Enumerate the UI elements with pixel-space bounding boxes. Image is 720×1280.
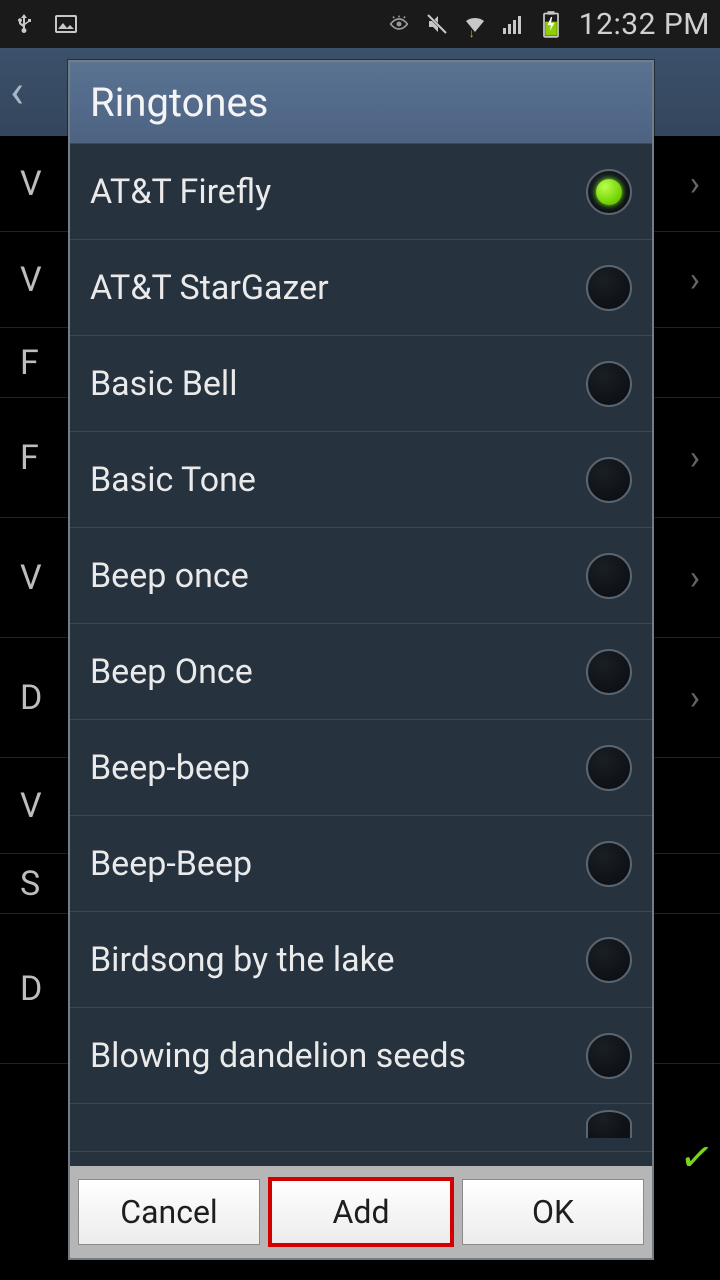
ok-button[interactable]: OK	[462, 1179, 644, 1245]
ringtone-item[interactable]: AT&T StarGazer	[70, 240, 652, 336]
cancel-button[interactable]: Cancel	[78, 1179, 260, 1245]
checkmark-icon: ✓	[677, 1132, 717, 1183]
radio-unselected[interactable]	[586, 553, 632, 599]
ringtone-label: AT&T Firefly	[90, 172, 271, 212]
ringtone-item[interactable]: AT&T Firefly	[70, 144, 652, 240]
ringtone-item[interactable]: Beep Once	[70, 624, 652, 720]
ringtone-item[interactable]: Basic Bell	[70, 336, 652, 432]
ringtone-label: Blowing dandelion seeds	[90, 1036, 466, 1076]
add-button[interactable]: Add	[270, 1179, 452, 1245]
radio-unselected[interactable]	[586, 1110, 632, 1138]
ringtone-label: Basic Tone	[90, 460, 256, 500]
radio-selected[interactable]	[586, 169, 632, 215]
usb-icon	[10, 10, 38, 38]
ringtone-label: Beep-Beep	[90, 844, 252, 884]
eye-icon	[385, 10, 413, 38]
ringtone-item[interactable]: Birdsong by the lake	[70, 912, 652, 1008]
ringtone-item[interactable]: Blowing dandelion seeds	[70, 1008, 652, 1104]
radio-unselected[interactable]	[586, 649, 632, 695]
back-icon[interactable]: ‹	[10, 65, 24, 119]
ringtone-item-partial[interactable]	[70, 1104, 652, 1152]
ringtone-item[interactable]: Beep once	[70, 528, 652, 624]
dialog-title: Ringtones	[70, 62, 652, 144]
signal-icon	[499, 10, 527, 38]
radio-unselected[interactable]	[586, 1033, 632, 1079]
ringtone-label: Birdsong by the lake	[90, 940, 395, 980]
ringtone-label: AT&T StarGazer	[90, 268, 329, 308]
mute-icon	[423, 10, 451, 38]
battery-charging-icon	[537, 10, 565, 38]
ringtone-item[interactable]: Beep-Beep	[70, 816, 652, 912]
radio-unselected[interactable]	[586, 361, 632, 407]
radio-unselected[interactable]	[586, 457, 632, 503]
radio-unselected[interactable]	[586, 937, 632, 983]
radio-unselected[interactable]	[586, 265, 632, 311]
ringtone-item[interactable]: Basic Tone	[70, 432, 652, 528]
radio-unselected[interactable]	[586, 841, 632, 887]
status-bar: ↓ 12:32 PM	[0, 0, 720, 48]
ringtone-item[interactable]: Beep-beep	[70, 720, 652, 816]
dialog-footer: Cancel Add OK	[70, 1166, 652, 1258]
ringtone-label: Basic Bell	[90, 364, 237, 404]
ringtone-label: Beep-beep	[90, 748, 250, 788]
status-clock: 12:32 PM	[579, 7, 710, 42]
ringtones-dialog: Ringtones AT&T Firefly AT&T StarGazer Ba…	[68, 60, 654, 1260]
ringtone-label: Beep Once	[90, 652, 253, 692]
wifi-icon: ↓	[461, 10, 489, 38]
ringtone-list[interactable]: AT&T Firefly AT&T StarGazer Basic Bell B…	[70, 144, 652, 1166]
ringtone-label: Beep once	[90, 556, 249, 596]
radio-unselected[interactable]	[586, 745, 632, 791]
picture-icon	[52, 10, 80, 38]
